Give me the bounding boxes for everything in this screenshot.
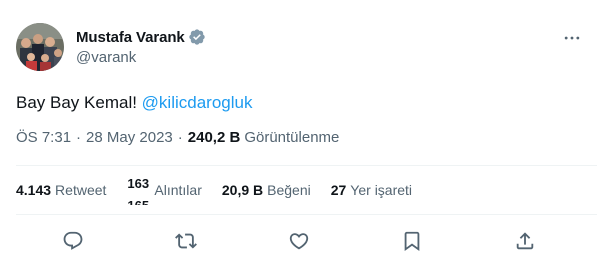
tweet-stats: 4.143 Retweet 163 165 Alıntılar 20,9 B B…	[16, 166, 432, 214]
views-label: Görüntülenme	[244, 128, 340, 146]
retweet-icon[interactable]	[174, 229, 198, 253]
bookmarks-label: Yer işareti	[350, 182, 413, 198]
tweet-text: Bay Bay Kemal! @kilicdarogluk	[16, 92, 252, 114]
like-icon[interactable]	[287, 229, 311, 253]
verified-badge-icon	[188, 28, 206, 46]
tweet-meta: ÖS 7:31 · 28 May 2023 · 240,2 B Görüntül…	[16, 127, 339, 147]
quotes-count-bottom: 165	[127, 198, 149, 205]
avatar[interactable]	[16, 23, 64, 71]
author-name-row[interactable]: Mustafa Varank	[76, 27, 206, 47]
views-count: 240,2 B	[187, 128, 241, 146]
tweet-time[interactable]: ÖS 7:31	[16, 129, 71, 146]
quotes-label: Alıntılar	[154, 182, 202, 198]
meta-separator: ·	[76, 128, 82, 146]
tweet-text-plain: Bay Bay Kemal!	[16, 93, 142, 112]
quotes-stat[interactable]: 163 165 Alıntılar	[126, 175, 201, 205]
likes-stat[interactable]: 20,9 B Beğeni	[222, 182, 311, 198]
quotes-count-top: 163	[127, 176, 150, 191]
retweets-count: 4.143	[16, 182, 52, 198]
mention-link[interactable]: @kilicdarogluk	[142, 93, 253, 112]
reply-icon[interactable]	[61, 229, 85, 253]
likes-count: 20,9 B	[221, 182, 264, 198]
author-display-name[interactable]: Mustafa Varank	[76, 29, 185, 46]
bookmark-icon[interactable]	[400, 229, 424, 253]
meta-separator: ·	[177, 128, 183, 146]
divider	[16, 214, 597, 215]
likes-label: Beğeni	[267, 182, 311, 198]
action-bar	[0, 226, 597, 256]
tweet: Mustafa Varank @varank Bay Bay Kemal! @k…	[0, 0, 597, 264]
retweets-stat[interactable]: 4.143 Retweet	[16, 182, 106, 198]
author-handle[interactable]: @varank	[76, 49, 136, 66]
tweet-date[interactable]: 28 May 2023	[86, 129, 173, 146]
avatar-image	[16, 23, 64, 71]
share-icon[interactable]	[513, 229, 537, 253]
bookmarks-stat[interactable]: 27 Yer işareti	[331, 182, 412, 198]
retweets-label: Retweet	[55, 182, 107, 198]
quotes-count: 163 165	[126, 175, 150, 205]
more-options-icon[interactable]	[560, 27, 584, 49]
bookmarks-count: 27	[330, 182, 347, 198]
